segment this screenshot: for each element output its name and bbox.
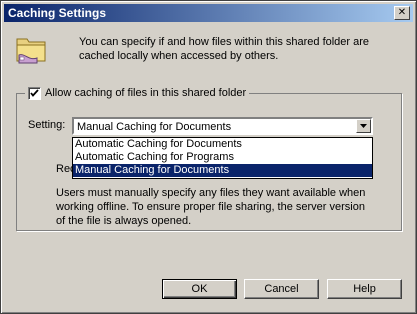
help-button[interactable]: Help — [327, 279, 402, 299]
description-text: You can specify if and how files within … — [79, 36, 370, 62]
checkmark-icon — [30, 88, 39, 97]
dropdown-option[interactable]: Automatic Caching for Programs — [73, 151, 372, 164]
setting-label: Setting: — [28, 119, 66, 131]
dropdown-arrow-button[interactable] — [356, 119, 371, 133]
setting-selected-value: Manual Caching for Documents — [77, 121, 232, 133]
dropdown-option[interactable]: Automatic Caching for Documents — [73, 138, 372, 151]
explanation-text: Users must manually specify any files th… — [56, 187, 366, 227]
allow-caching-option[interactable]: Allow caching of files in this shared fo… — [25, 86, 250, 100]
title-bar[interactable]: Caching Settings ✕ — [4, 4, 413, 22]
allow-caching-label: Allow caching of files in this shared fo… — [45, 87, 247, 99]
shared-folder-icon — [15, 31, 49, 65]
dropdown-option-selected[interactable]: Manual Caching for Documents — [73, 164, 372, 177]
dialog-title: Caching Settings — [8, 6, 107, 20]
chevron-down-icon — [360, 124, 367, 128]
setting-dropdown-list[interactable]: Automatic Caching for Documents Automati… — [72, 137, 373, 179]
caching-settings-dialog: Caching Settings ✕ You can specify if an… — [0, 0, 417, 314]
allow-caching-checkbox[interactable] — [28, 86, 41, 100]
setting-select[interactable]: Manual Caching for Documents — [72, 117, 373, 135]
close-button[interactable]: ✕ — [394, 6, 410, 20]
cancel-button[interactable]: Cancel — [244, 279, 319, 299]
ok-button[interactable]: OK — [162, 279, 237, 299]
